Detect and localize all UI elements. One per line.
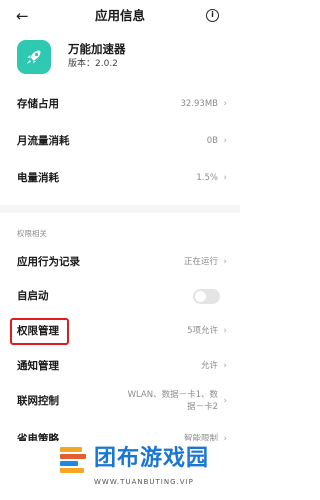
- autostart-label: 自启动: [17, 290, 49, 302]
- chevron-right-icon: ›: [223, 99, 227, 109]
- notification-management-label: 通知管理: [17, 360, 59, 372]
- chevron-right-icon: ›: [223, 173, 227, 183]
- rocket-icon: [27, 50, 41, 64]
- permission-management-label: 权限管理: [17, 325, 59, 337]
- network-control-value-line1: WLAN、数据－卡1、数: [127, 390, 218, 400]
- app-behavior-row[interactable]: 应用行为记录 正在运行 ›: [0, 248, 240, 278]
- storage-label: 存储占用: [17, 98, 59, 110]
- monthly-traffic-value: 0B: [206, 136, 218, 146]
- monthly-traffic-row[interactable]: 月流量消耗 0B ›: [0, 127, 240, 157]
- network-control-value-line2: 据－卡2: [187, 402, 218, 412]
- app-behavior-label: 应用行为记录: [17, 256, 80, 268]
- chevron-right-icon: ›: [223, 396, 227, 406]
- top-bar: ← 应用信息 i: [0, 0, 240, 34]
- storage-row[interactable]: 存储占用 32.93MB ›: [0, 90, 240, 120]
- chevron-right-icon: ›: [223, 326, 227, 336]
- battery-usage-value: 1.5%: [196, 173, 218, 183]
- permission-management-row[interactable]: 权限管理 5项允许 ›: [0, 317, 240, 347]
- info-icon[interactable]: i: [206, 9, 219, 22]
- app-version: 版本：2.0.2: [68, 59, 118, 69]
- monthly-traffic-label: 月流量消耗: [17, 135, 70, 147]
- network-control-value: WLAN、数据－卡1、数 据－卡2: [128, 389, 218, 413]
- battery-usage-label: 电量消耗: [17, 172, 59, 184]
- brand-logo-icon: [60, 447, 86, 473]
- notification-management-value: 允许: [200, 361, 218, 371]
- storage-value: 32.93MB: [180, 99, 219, 109]
- brand-url: WWW.TUANBUTING.VIP: [94, 478, 194, 486]
- network-control-label: 联网控制: [17, 395, 59, 407]
- page-title: 应用信息: [94, 8, 145, 23]
- battery-usage-row[interactable]: 电量消耗 1.5% ›: [0, 164, 240, 194]
- autostart-toggle[interactable]: [193, 289, 220, 304]
- app-behavior-value: 正在运行: [183, 257, 218, 267]
- chevron-right-icon: ›: [223, 361, 227, 371]
- section-divider: [0, 205, 240, 213]
- permission-management-value: 5项允许: [187, 326, 218, 336]
- notification-management-row[interactable]: 通知管理 允许 ›: [0, 352, 240, 382]
- toggle-knob: [195, 291, 206, 302]
- brand-name: 团布游戏园: [94, 446, 210, 471]
- section-title: 权限相关: [17, 229, 47, 238]
- chevron-right-icon: ›: [223, 257, 227, 267]
- watermark-banner: 团布游戏园 WWW.TUANBUTING.VIP: [0, 441, 240, 500]
- app-icon: [17, 40, 51, 74]
- app-name: 万能加速器: [68, 42, 126, 56]
- chevron-right-icon: ›: [223, 136, 227, 146]
